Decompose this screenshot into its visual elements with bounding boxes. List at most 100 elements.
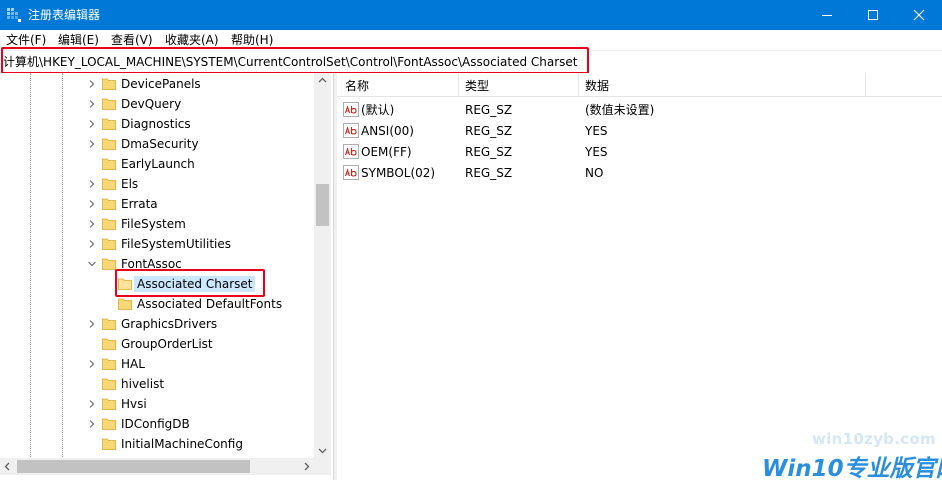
value-row[interactable]: SYMBOL(02) REG_SZ NO bbox=[337, 162, 942, 183]
tree-item[interactable]: Hvsi bbox=[0, 394, 314, 414]
vertical-scroll-thumb[interactable] bbox=[316, 184, 329, 226]
value-row[interactable]: (默认) REG_SZ (数值未设置) bbox=[337, 99, 942, 120]
column-divider[interactable] bbox=[578, 73, 579, 97]
chevron-right-icon[interactable] bbox=[87, 419, 97, 429]
string-value-icon bbox=[343, 123, 359, 138]
tree-item[interactable]: Associated DefaultFonts bbox=[0, 294, 314, 314]
tree-horizontal-scrollbar[interactable] bbox=[0, 458, 314, 475]
tree-item[interactable]: DevicePanels bbox=[0, 74, 314, 94]
chevron-right-icon[interactable] bbox=[87, 399, 97, 409]
chevron-right-icon[interactable] bbox=[87, 319, 97, 329]
chevron-right-icon[interactable] bbox=[87, 119, 97, 129]
value-type: REG_SZ bbox=[465, 124, 513, 138]
maximize-button[interactable] bbox=[850, 0, 896, 30]
folder-icon bbox=[102, 138, 116, 150]
folder-icon bbox=[102, 398, 116, 410]
tree-item-label: DmaSecurity bbox=[121, 137, 199, 151]
tree-item[interactable]: DevQuery bbox=[0, 94, 314, 114]
list-header: 名称 类型 数据 bbox=[337, 73, 942, 97]
column-header-name[interactable]: 名称 bbox=[345, 78, 369, 94]
value-data: YES bbox=[585, 124, 608, 138]
menu-favorites[interactable]: 收藏夹(A) bbox=[165, 32, 219, 48]
tree-item-label: FileSystem bbox=[121, 217, 186, 231]
tree-item[interactable]: HAL bbox=[0, 354, 314, 374]
column-header-type[interactable]: 类型 bbox=[465, 78, 489, 94]
string-value-icon bbox=[343, 165, 359, 180]
tree-item[interactable]: InitialMachineConfig bbox=[0, 434, 314, 454]
tree-item-label: GraphicsDrivers bbox=[121, 317, 218, 331]
scroll-left-icon[interactable] bbox=[4, 462, 10, 471]
tree-item[interactable]: Els bbox=[0, 174, 314, 194]
tree-item[interactable]: EarlyLaunch bbox=[0, 154, 314, 174]
string-value-icon bbox=[343, 102, 359, 117]
column-divider[interactable] bbox=[458, 73, 459, 97]
value-list[interactable]: 名称 类型 数据 (默认) REG_SZ (数值未设置) ANSI(00) REG_SZ… bbox=[337, 73, 942, 480]
watermark-logo: Win10专业版官网 bbox=[762, 456, 942, 480]
tree-item[interactable]: GraphicsDrivers bbox=[0, 314, 314, 334]
tree-item-label: InitialMachineConfig bbox=[121, 437, 243, 451]
folder-icon bbox=[102, 358, 116, 370]
chevron-right-icon[interactable] bbox=[87, 79, 97, 89]
watermark-url: win10zyb.com bbox=[812, 430, 936, 448]
chevron-right-icon[interactable] bbox=[87, 219, 97, 229]
horizontal-scroll-thumb[interactable] bbox=[17, 460, 250, 473]
folder-icon bbox=[102, 198, 116, 210]
value-data: NO bbox=[585, 166, 604, 180]
folder-icon bbox=[102, 118, 116, 130]
folder-icon bbox=[102, 218, 116, 230]
tree-item[interactable]: Errata bbox=[0, 194, 314, 214]
tree-item[interactable]: IDConfigDB bbox=[0, 414, 314, 434]
tree-item-label: GroupOrderList bbox=[121, 337, 213, 351]
scroll-right-icon[interactable] bbox=[304, 462, 310, 471]
folder-icon bbox=[118, 298, 132, 310]
menu-view[interactable]: 查看(V) bbox=[111, 32, 153, 48]
value-name: (默认) bbox=[361, 103, 395, 117]
tree-item-label: EarlyLaunch bbox=[121, 157, 195, 171]
chevron-right-icon[interactable] bbox=[87, 199, 97, 209]
chevron-right-icon[interactable] bbox=[87, 239, 97, 249]
tree-item-label: HAL bbox=[121, 357, 145, 371]
tree-item-label: Associated DefaultFonts bbox=[137, 297, 283, 311]
chevron-right-icon[interactable] bbox=[87, 139, 97, 149]
chevron-down-icon[interactable] bbox=[87, 259, 97, 269]
tree-item[interactable]: Diagnostics bbox=[0, 114, 314, 134]
folder-icon bbox=[102, 178, 116, 190]
value-type: REG_SZ bbox=[465, 145, 513, 159]
tree-item-label: FileSystemUtilities bbox=[121, 237, 231, 251]
tree-item[interactable]: hivelist bbox=[0, 374, 314, 394]
folder-icon bbox=[102, 338, 116, 350]
title-bar: 注册表编辑器 bbox=[0, 0, 942, 30]
tree-item[interactable]: DmaSecurity bbox=[0, 134, 314, 154]
column-divider[interactable] bbox=[865, 73, 866, 97]
value-row[interactable]: ANSI(00) REG_SZ YES bbox=[337, 120, 942, 141]
folder-icon bbox=[102, 98, 116, 110]
maximize-icon bbox=[868, 10, 878, 20]
scroll-down-icon[interactable] bbox=[318, 448, 327, 454]
minimize-button[interactable] bbox=[804, 0, 850, 30]
column-header-data[interactable]: 数据 bbox=[585, 78, 609, 94]
value-row[interactable]: OEM(FF) REG_SZ YES bbox=[337, 141, 942, 162]
tree-item[interactable]: GroupOrderList bbox=[0, 334, 314, 354]
folder-icon bbox=[102, 258, 116, 270]
folder-icon bbox=[102, 158, 116, 170]
tree-item-label: Hvsi bbox=[121, 397, 147, 411]
tree-item-label: DevicePanels bbox=[121, 77, 201, 91]
scroll-corner bbox=[314, 458, 331, 475]
chevron-right-icon[interactable] bbox=[87, 359, 97, 369]
value-type: REG_SZ bbox=[465, 103, 513, 117]
value-data: YES bbox=[585, 145, 608, 159]
menu-help[interactable]: 帮助(H) bbox=[231, 32, 273, 48]
chevron-right-icon[interactable] bbox=[87, 99, 97, 109]
folder-icon bbox=[102, 418, 116, 430]
scroll-up-icon[interactable] bbox=[318, 77, 327, 83]
close-button[interactable] bbox=[896, 0, 942, 30]
folder-icon bbox=[102, 318, 116, 330]
menu-file[interactable]: 文件(F) bbox=[6, 32, 46, 48]
tree-vertical-scrollbar[interactable] bbox=[314, 73, 331, 458]
value-name: SYMBOL(02) bbox=[361, 166, 436, 180]
close-icon bbox=[913, 9, 925, 21]
tree-item[interactable]: FileSystem bbox=[0, 214, 314, 234]
menu-edit[interactable]: 编辑(E) bbox=[58, 32, 99, 48]
tree-item[interactable]: FileSystemUtilities bbox=[0, 234, 314, 254]
chevron-right-icon[interactable] bbox=[87, 179, 97, 189]
